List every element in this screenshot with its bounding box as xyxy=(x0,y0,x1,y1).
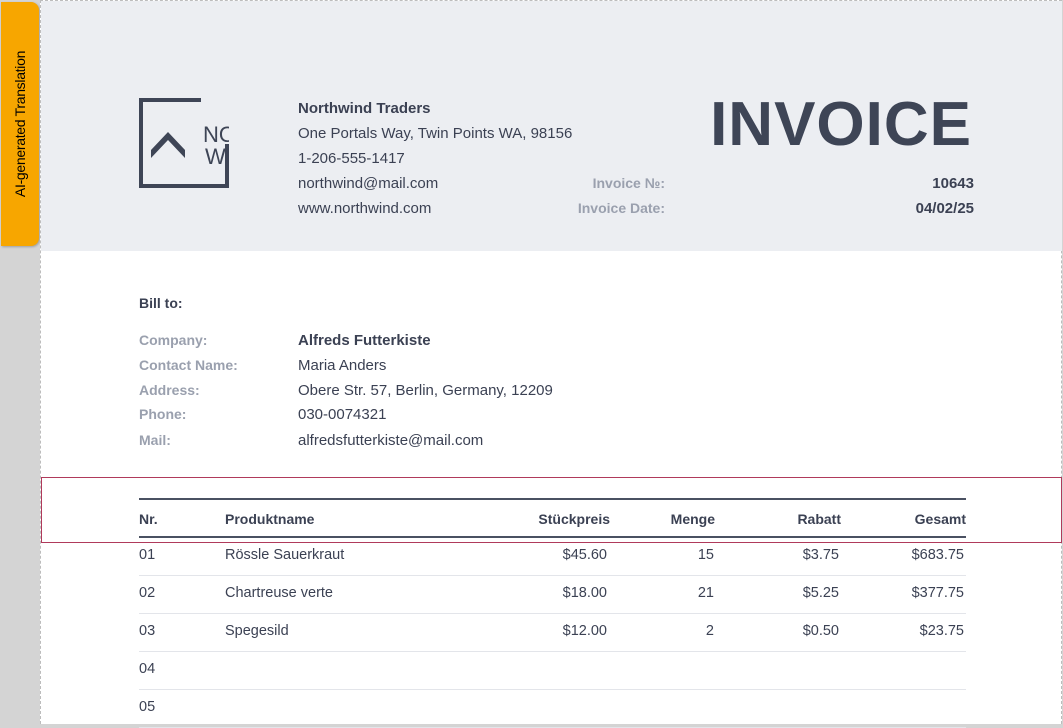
header-nr: Nr. xyxy=(139,511,158,527)
cell-nr: 05 xyxy=(139,699,156,715)
bill-to-heading: Bill to: xyxy=(139,295,183,311)
bill-label-phone: Phone: xyxy=(139,406,187,422)
invoice-number-row: Invoice №: 10643 xyxy=(41,171,974,196)
cell-unit-price: $18.00 xyxy=(562,585,607,601)
bill-row-company: Company: Alfreds Futterkiste xyxy=(139,332,739,357)
products-table: Nr. Produktname Stückpreis Menge Rabatt … xyxy=(139,498,966,728)
company-name: Northwind Traders xyxy=(298,100,431,117)
cell-total: $23.75 xyxy=(919,623,964,639)
bill-row-address: Address: Obere Str. 57, Berlin, Germany,… xyxy=(139,382,739,407)
table-row[interactable]: 05 xyxy=(139,690,966,728)
company-address: One Portals Way, Twin Points WA, 98156 xyxy=(298,125,573,142)
header-unit-price: Stückpreis xyxy=(538,511,610,527)
bill-label-address: Address: xyxy=(139,382,200,398)
logo-text-wind: WIND xyxy=(205,144,229,169)
bill-value-address: Obere Str. 57, Berlin, Germany, 12209 xyxy=(298,382,553,399)
cell-nr: 02 xyxy=(139,585,156,601)
invoice-number-label: Invoice №: xyxy=(592,175,665,191)
cell-quantity: 2 xyxy=(705,623,714,639)
cell-nr: 03 xyxy=(139,623,156,639)
bill-value-company: Alfreds Futterkiste xyxy=(298,332,431,349)
bill-label-mail: Mail: xyxy=(139,432,171,448)
header-discount: Rabatt xyxy=(797,511,841,527)
cell-discount: $5.25 xyxy=(802,585,839,601)
header-total: Gesamt xyxy=(914,511,966,527)
invoice-title: INVOICE xyxy=(710,90,972,159)
ai-translation-tab[interactable]: AI-generated Translation xyxy=(1,2,39,246)
invoice-meta: Invoice №: 10643 Invoice Date: 04/02/25 xyxy=(41,171,974,221)
cell-quantity: 15 xyxy=(697,547,714,563)
cell-unit-price: $12.00 xyxy=(562,623,607,639)
bill-value-phone: 030-0074321 xyxy=(298,406,387,423)
cell-discount: $3.75 xyxy=(802,547,839,563)
cell-total: $377.75 xyxy=(911,585,964,601)
table-header-row[interactable]: Nr. Produktname Stückpreis Menge Rabatt … xyxy=(139,498,966,538)
bill-value-mail: alfredsfutterkiste@mail.com xyxy=(298,432,484,449)
report-page: NORTH WIND Northwind Traders One Portals… xyxy=(40,0,1062,728)
cell-quantity: 21 xyxy=(697,585,714,601)
cell-product-name: Spegesild xyxy=(225,623,289,639)
cell-discount: $0.50 xyxy=(802,623,839,639)
bill-row-phone: Phone: 030-0074321 xyxy=(139,406,739,431)
cell-product-name: Chartreuse verte xyxy=(225,585,333,601)
company-phone: 1-206-555-1417 xyxy=(298,150,405,167)
invoice-date-label: Invoice Date: xyxy=(577,200,665,216)
bill-value-contact: Maria Anders xyxy=(298,357,387,374)
table-row[interactable]: 01 Rössle Sauerkraut $45.60 15 $3.75 $68… xyxy=(139,538,966,576)
ai-translation-tab-label: AI-generated Translation xyxy=(12,50,28,198)
invoice-date-value: 04/02/25 xyxy=(915,200,974,217)
bill-label-contact: Contact Name: xyxy=(139,357,238,373)
designer-side-strip: AI-generated Translation xyxy=(0,0,40,724)
header-quantity: Menge xyxy=(670,511,715,527)
invoice-header-band: NORTH WIND Northwind Traders One Portals… xyxy=(41,1,1062,251)
cell-product-name: Rössle Sauerkraut xyxy=(225,547,345,563)
invoice-number-value: 10643 xyxy=(932,175,974,192)
cell-nr: 01 xyxy=(139,547,156,563)
bill-label-company: Company: xyxy=(139,332,208,348)
cell-total: $683.75 xyxy=(911,547,964,563)
table-row[interactable]: 04 xyxy=(139,652,966,690)
table-row[interactable]: 02 Chartreuse verte $18.00 21 $5.25 $377… xyxy=(139,576,966,614)
bill-row-mail: Mail: alfredsfutterkiste@mail.com xyxy=(139,432,739,457)
invoice-date-row: Invoice Date: 04/02/25 xyxy=(41,196,974,221)
cell-nr: 04 xyxy=(139,661,156,677)
cell-unit-price: $45.60 xyxy=(562,547,607,563)
table-row[interactable]: 03 Spegesild $12.00 2 $0.50 $23.75 xyxy=(139,614,966,652)
header-product-name: Produktname xyxy=(225,511,315,527)
bill-row-contact: Contact Name: Maria Anders xyxy=(139,357,739,382)
